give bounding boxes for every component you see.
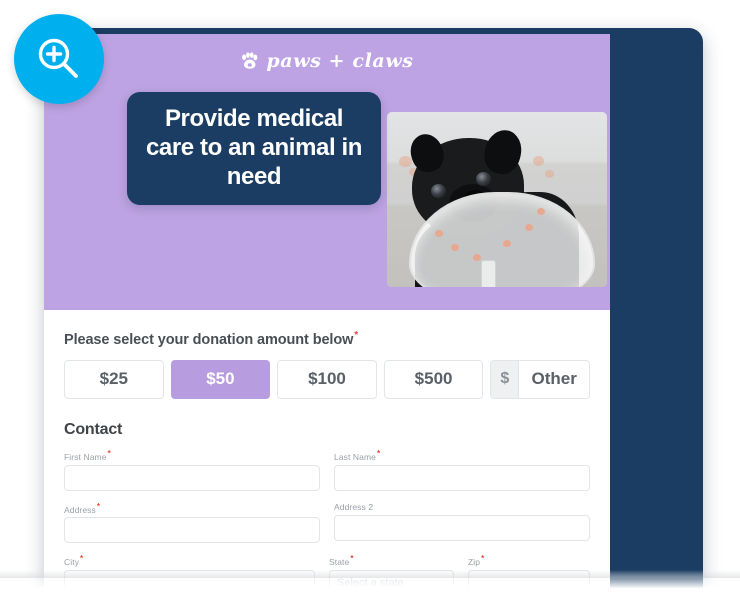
required-asterisk: *	[96, 501, 101, 511]
amount-button-500[interactable]: $500	[383, 359, 484, 399]
donation-prompt-text: Please select your donation amount below	[64, 331, 354, 348]
zip-input[interactable]	[468, 570, 590, 597]
required-asterisk: *	[354, 330, 359, 341]
state-select-value: Select a state	[337, 577, 404, 590]
donation-prompt: Please select your donation amount below…	[64, 330, 590, 348]
amount-label: $500	[414, 369, 453, 389]
field-city: City*	[64, 554, 315, 597]
field-label-text: City	[64, 557, 80, 568]
last-name-input[interactable]	[334, 464, 590, 491]
field-label: Zip*	[468, 554, 590, 567]
donation-page: paws + claws Provide medical care to an …	[44, 34, 610, 600]
hero-header: paws + claws Provide medical care to an …	[44, 34, 610, 310]
field-label-text: First Name	[64, 451, 107, 462]
field-state: State* Select a state	[329, 554, 454, 597]
amount-button-50[interactable]: $50	[170, 359, 271, 399]
city-input[interactable]	[64, 570, 315, 597]
field-label: City*	[64, 554, 315, 567]
amount-other-field[interactable]: $ Other	[490, 359, 590, 399]
field-label: Address*	[64, 502, 320, 515]
first-name-input[interactable]	[64, 464, 320, 491]
amount-button-group: $25 $50 $100 $500 $ Other	[64, 359, 590, 399]
field-address-2: Address 2	[334, 502, 590, 544]
required-asterisk: *	[377, 448, 381, 458]
field-zip: Zip*	[468, 554, 590, 597]
hero-photo	[387, 112, 607, 287]
field-label: First Name*	[64, 449, 320, 462]
field-label-text: Last Name	[334, 451, 377, 462]
form-row-address: Address* Address 2	[64, 502, 590, 544]
amount-button-25[interactable]: $25	[64, 359, 164, 399]
site-logo[interactable]: paws + claws	[44, 50, 610, 72]
amount-label: $25	[99, 369, 128, 389]
zoom-in-magnifier-icon[interactable]	[14, 14, 104, 104]
address-2-input[interactable]	[334, 514, 590, 541]
contact-section-title: Contact	[64, 420, 123, 438]
required-asterisk: *	[481, 554, 485, 564]
required-asterisk: *	[107, 448, 111, 458]
field-label: State*	[329, 554, 454, 567]
field-label: Last Name*	[334, 449, 590, 462]
field-first-name: First Name*	[64, 449, 320, 491]
field-label-text: Address 2	[334, 501, 374, 512]
required-asterisk: *	[350, 554, 354, 564]
field-label-text: Address	[64, 504, 96, 515]
amount-button-100[interactable]: $100	[277, 359, 377, 399]
amount-label: $50	[206, 369, 235, 389]
address-input[interactable]	[64, 517, 320, 544]
headline-text: Provide medical care to an animal in nee…	[145, 105, 363, 190]
field-label: Address 2	[334, 502, 590, 512]
field-label-text: Zip	[468, 557, 481, 568]
paw-print-icon	[240, 52, 259, 70]
donation-form: Please select your donation amount below…	[44, 310, 610, 597]
field-last-name: Last Name*	[334, 449, 590, 491]
amount-label: $100	[308, 369, 346, 389]
form-row-city-state-zip: City* State* Select a state Zip*	[64, 554, 590, 597]
field-label-text: State	[329, 557, 350, 568]
form-row-name: First Name* Last Name*	[64, 449, 590, 491]
required-asterisk: *	[80, 554, 84, 564]
headline-card: Provide medical care to an animal in nee…	[127, 92, 381, 205]
field-address: Address*	[64, 502, 320, 544]
currency-symbol: $	[491, 360, 520, 398]
state-select[interactable]: Select a state	[329, 570, 454, 597]
amount-other-label: Other	[531, 369, 577, 389]
logo-text: paws + claws	[266, 50, 414, 72]
